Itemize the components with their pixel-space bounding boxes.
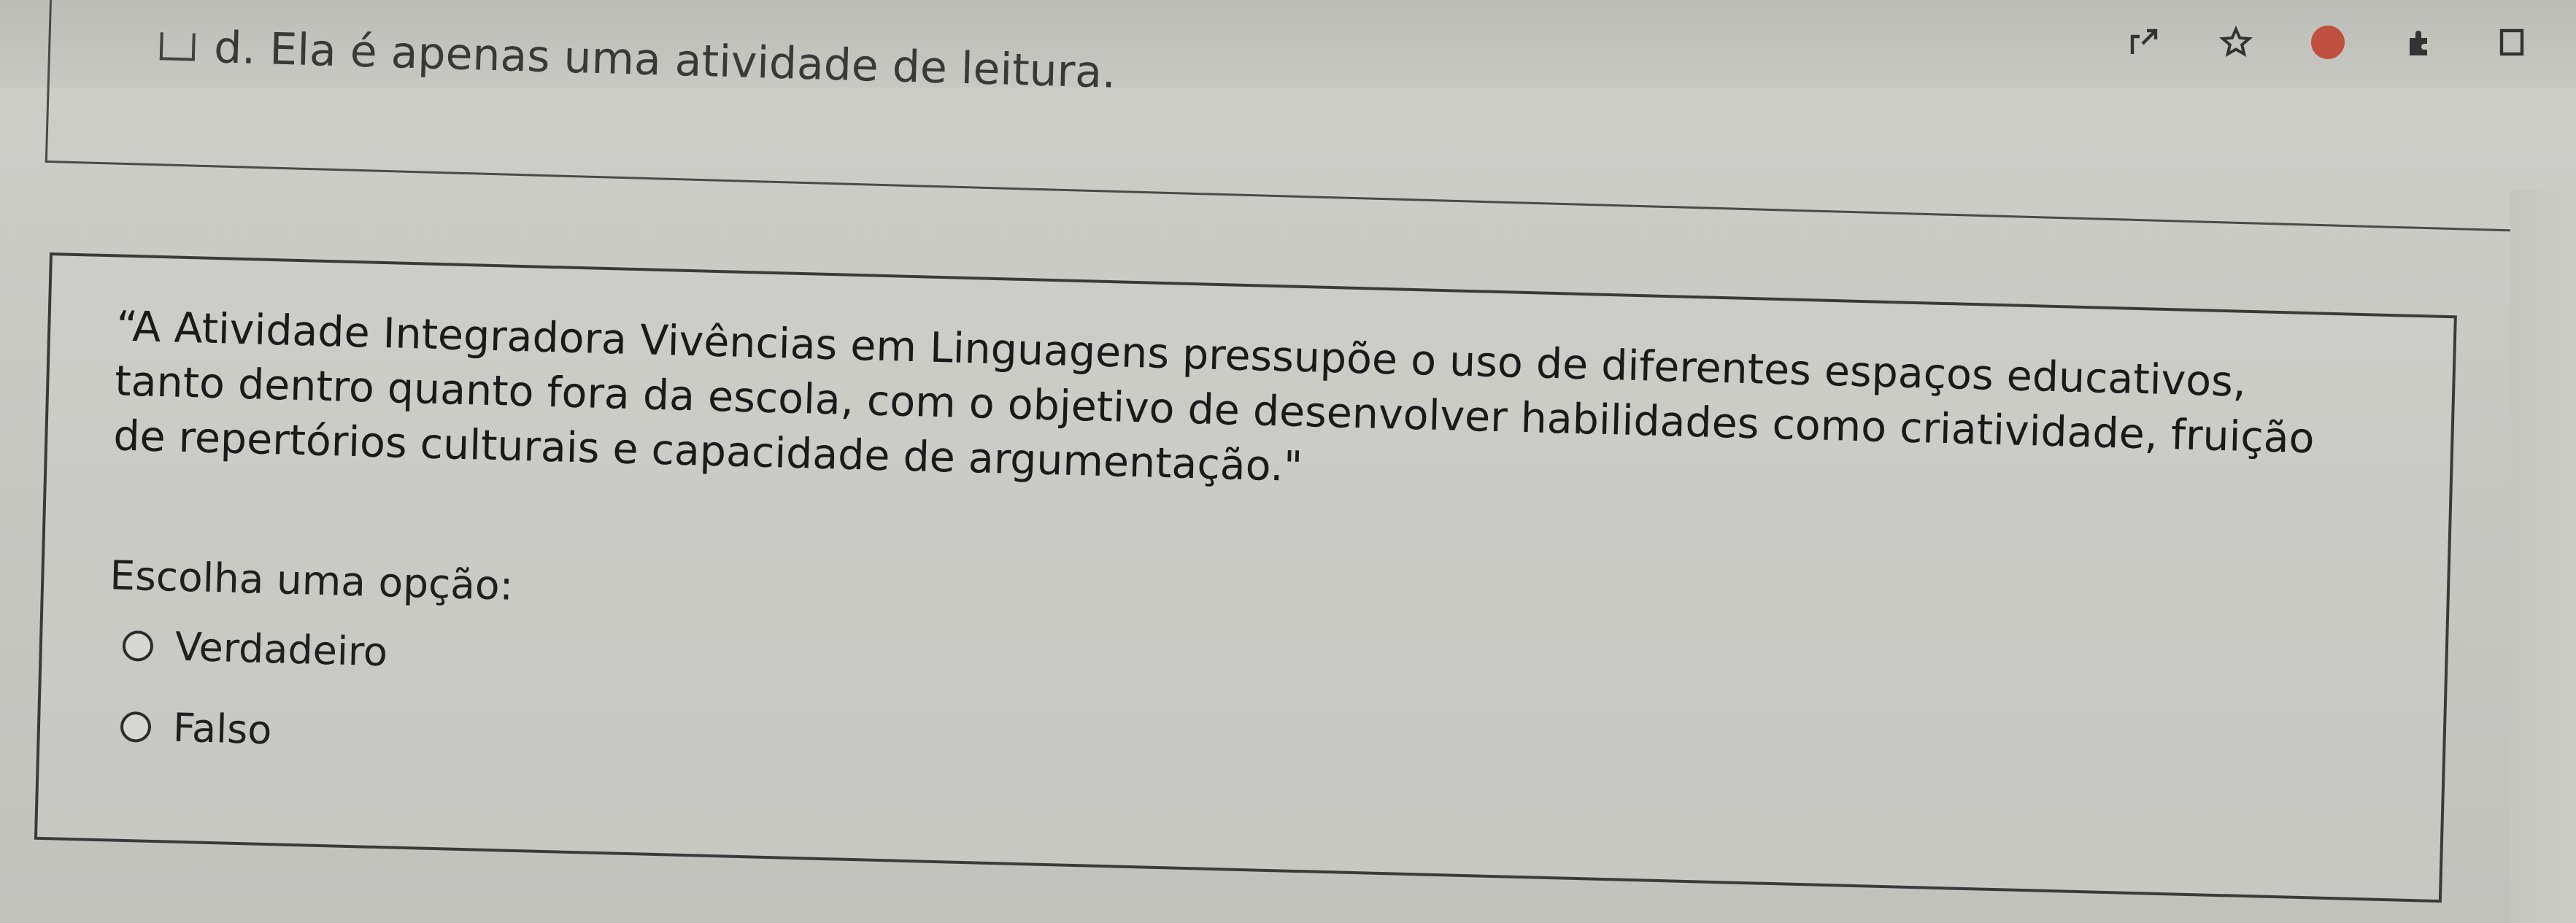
choose-option-label: Escolha uma opção:: [109, 552, 514, 609]
toolbar-icons: [2124, 22, 2532, 63]
radio-button-verdadeiro[interactable]: [122, 630, 154, 662]
answer-options: Verdadeiro Falso: [120, 622, 388, 756]
window-icon[interactable]: [2491, 22, 2532, 63]
screen: d. Ela é apenas uma atividade de leitura…: [0, 0, 2576, 923]
previous-option-d[interactable]: d. Ela é apenas uma atividade de leitura…: [159, 20, 1117, 99]
radio-button-falso[interactable]: [120, 711, 152, 743]
extension-icon[interactable]: [2399, 22, 2440, 63]
previous-option-label: d. Ela é apenas uma atividade de leitura…: [213, 22, 1117, 99]
profile-icon[interactable]: [2307, 22, 2348, 63]
question-text: “A Atividade Integradora Vivências em Li…: [112, 302, 2315, 492]
profile-avatar: [2311, 26, 2345, 59]
checkbox-icon[interactable]: [159, 32, 196, 61]
page-edge: [2510, 190, 2576, 923]
option-verdadeiro[interactable]: Verdadeiro: [122, 622, 388, 675]
star-icon[interactable]: [2216, 22, 2256, 63]
question-card: “A Atividade Integradora Vivências em Li…: [34, 252, 2457, 903]
option-label: Verdadeiro: [174, 623, 388, 676]
option-label: Falso: [172, 704, 273, 754]
option-falso[interactable]: Falso: [120, 703, 386, 756]
share-icon[interactable]: [2124, 22, 2164, 63]
